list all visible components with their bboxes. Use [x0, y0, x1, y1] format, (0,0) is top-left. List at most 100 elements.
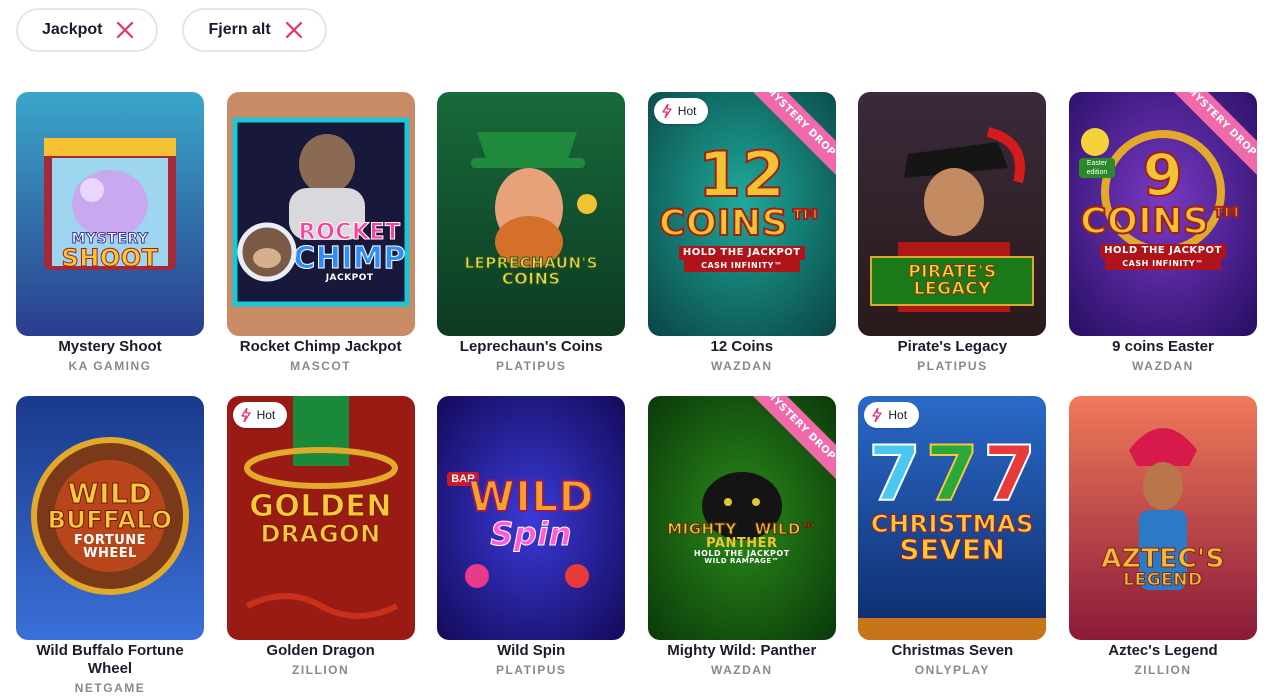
game-card-12-coins[interactable]: 12 COINS™ HOLD THE JACKPOT CASH INFINITY…: [647, 92, 836, 396]
game-thumbnail[interactable]: LEPRECHAUN'S COINS: [437, 92, 626, 336]
clear-all-filters-button[interactable]: Fjern alt: [182, 8, 327, 52]
game-logo: AZTEC'S LEGEND: [1069, 544, 1257, 590]
logo-text: WILD™: [754, 520, 817, 538]
game-thumbnail[interactable]: WILD BUFFALO FORTUNE WHEEL: [16, 396, 204, 640]
game-logo: LEPRECHAUN'S COINS: [437, 255, 625, 288]
game-card-pirates-legacy[interactable]: PIRATE'S LEGACY Pirate's Legacy PLATIPUS: [858, 92, 1047, 396]
active-filters: Jackpot Fjern alt: [16, 8, 327, 52]
game-card-mystery-shoot[interactable]: MYSTERY SHOOT Mystery Shoot KA GAMING: [16, 92, 204, 396]
game-provider: WAZDAN: [710, 663, 773, 677]
game-title: Mystery Shoot: [58, 338, 162, 355]
game-provider: WAZDAN: [710, 359, 773, 373]
game-grid: MYSTERY SHOOT Mystery Shoot KA GAMING RO…: [16, 92, 1259, 698]
lightning-icon: [240, 408, 251, 422]
logo-text: SHOOT: [61, 244, 159, 272]
lightning-icon: [662, 104, 672, 118]
logo-text: 7: [867, 429, 922, 518]
logo-text: AZTEC'S: [1101, 544, 1225, 574]
easter-edition-badge: Easter edition: [1078, 158, 1115, 178]
game-logo: MYSTERY SHOOT: [16, 232, 204, 272]
game-thumbnail[interactable]: BAR WILD Spin: [437, 396, 626, 640]
hot-label: Hot: [256, 408, 276, 422]
logo-text: 7: [982, 429, 1037, 518]
game-card-aztecs-legend[interactable]: AZTEC'S LEGEND Aztec's Legend ZILLION: [1068, 396, 1257, 698]
game-title: Mighty Wild: Panther: [667, 642, 817, 659]
game-card-wild-buffalo-fortune-wheel[interactable]: WILD BUFFALO FORTUNE WHEEL Wild Buffalo …: [16, 396, 204, 698]
game-row: WILD BUFFALO FORTUNE WHEEL Wild Buffalo …: [16, 396, 1259, 698]
logo-text: Spin: [490, 515, 573, 553]
logo-text: PIRATE'S LEGACY: [870, 256, 1035, 306]
game-logo: WILD Spin: [437, 472, 625, 553]
game-provider: ZILLION: [1134, 663, 1192, 677]
logo-text: COINS: [501, 269, 561, 288]
game-title: Aztec's Legend: [1108, 642, 1218, 659]
logo-text: WILD RAMPAGE™: [704, 557, 780, 565]
hot-label: Hot: [677, 104, 697, 118]
game-logo: ROCKET CHIMP JACKPOT: [285, 221, 415, 283]
logo-text: 7: [925, 429, 980, 518]
close-icon[interactable]: [116, 21, 134, 39]
hot-badge: Hot: [864, 402, 920, 428]
game-thumbnail[interactable]: 7 7 7 CHRISTMAS SEVEN Hot: [858, 396, 1047, 640]
game-card-rocket-chimp-jackpot[interactable]: ROCKET CHIMP JACKPOT Rocket Chimp Jackpo…: [226, 92, 415, 396]
logo-text: CASH INFINITY™: [1104, 258, 1221, 270]
logo-text: MIGHTY: [667, 520, 737, 538]
logo-text: LEGEND: [1123, 570, 1203, 590]
game-row: MYSTERY SHOOT Mystery Shoot KA GAMING RO…: [16, 92, 1259, 396]
game-art: [226, 92, 415, 336]
logo-sevens: 7 7 7: [858, 429, 1046, 518]
filter-chip-label: Fjern alt: [208, 21, 271, 38]
game-card-9-coins-easter[interactable]: 9 COINS™ HOLD THE JACKPOT CASH INFINITY™…: [1068, 92, 1257, 396]
logo-text: CHIMP: [293, 241, 406, 276]
game-thumbnail[interactable]: 12 COINS™ HOLD THE JACKPOT CASH INFINITY…: [647, 92, 836, 336]
game-thumbnail[interactable]: 9 COINS™ HOLD THE JACKPOT CASH INFINITY™…: [1068, 92, 1257, 336]
game-title: Christmas Seven: [891, 642, 1014, 659]
logo-text: WILD: [467, 472, 594, 521]
game-thumbnail[interactable]: MIGHTY WILD™ PANTHER HOLD THE JACKPOT WI…: [647, 396, 836, 640]
game-card-christmas-seven[interactable]: 7 7 7 CHRISTMAS SEVEN Hot Christmas Seve…: [858, 396, 1047, 698]
game-provider: PLATIPUS: [495, 359, 567, 373]
logo-text: SEVEN: [899, 533, 1006, 566]
logo-line: MIGHTY WILD™: [648, 520, 836, 538]
game-card-wild-spin[interactable]: BAR WILD Spin Wild Spin PLATIPUS: [437, 396, 626, 698]
game-thumbnail[interactable]: PIRATE'S LEGACY: [858, 92, 1047, 336]
game-title: Wild Buffalo Fortune Wheel: [36, 642, 184, 677]
logo-text: 12: [697, 138, 786, 211]
game-provider: PLATIPUS: [495, 663, 567, 677]
game-provider: MASCOT: [290, 359, 352, 373]
game-title: 12 Coins: [710, 338, 774, 355]
game-title: Leprechaun's Coins: [459, 338, 603, 355]
game-thumbnail[interactable]: ROCKET CHIMP JACKPOT: [226, 92, 415, 336]
game-provider: ONLYPLAY: [914, 663, 990, 677]
game-provider: WAZDAN: [1132, 359, 1194, 373]
logo-text: COINS™: [1079, 201, 1246, 242]
logo-text: WILD: [67, 477, 153, 510]
game-title: Golden Dragon: [266, 642, 375, 659]
lightning-icon: [872, 408, 883, 422]
close-icon[interactable]: [285, 21, 303, 39]
game-provider: KA GAMING: [68, 359, 152, 373]
game-logo: WILD BUFFALO FORTUNE WHEEL: [16, 477, 204, 560]
game-art: [16, 92, 204, 336]
game-title: Pirate's Legacy: [897, 338, 1008, 355]
hot-label: Hot: [888, 408, 908, 422]
game-thumbnail[interactable]: GOLDEN DRAGON Hot: [226, 396, 415, 640]
logo-text: HOLD THE JACKPOT: [678, 246, 805, 260]
logo-text: BUFFALO: [47, 506, 173, 534]
filter-chip-label: Jackpot: [42, 21, 103, 38]
game-logo: GOLDEN DRAGON: [227, 491, 415, 547]
game-provider: ZILLION: [292, 663, 350, 677]
game-logo: 12 COINS™ HOLD THE JACKPOT CASH INFINITY…: [648, 138, 836, 272]
game-card-golden-dragon[interactable]: GOLDEN DRAGON Hot Golden Dragon ZILLION: [226, 396, 415, 698]
hot-badge: Hot: [232, 402, 288, 428]
game-card-mighty-wild-panther[interactable]: MIGHTY WILD™ PANTHER HOLD THE JACKPOT WI…: [647, 396, 836, 698]
game-thumbnail[interactable]: AZTEC'S LEGEND: [1068, 396, 1257, 640]
hot-badge: Hot: [653, 98, 709, 124]
logo-text: COINS™: [658, 203, 825, 244]
logo-text: CASH INFINITY™: [683, 260, 800, 272]
game-card-leprechauns-coins[interactable]: LEPRECHAUN'S COINS Leprechaun's Coins PL…: [437, 92, 626, 396]
filter-chip-jackpot[interactable]: Jackpot: [16, 8, 159, 52]
game-thumbnail[interactable]: MYSTERY SHOOT: [16, 92, 204, 336]
chimp-avatar: [237, 222, 297, 282]
game-provider: NETGAME: [74, 681, 146, 695]
